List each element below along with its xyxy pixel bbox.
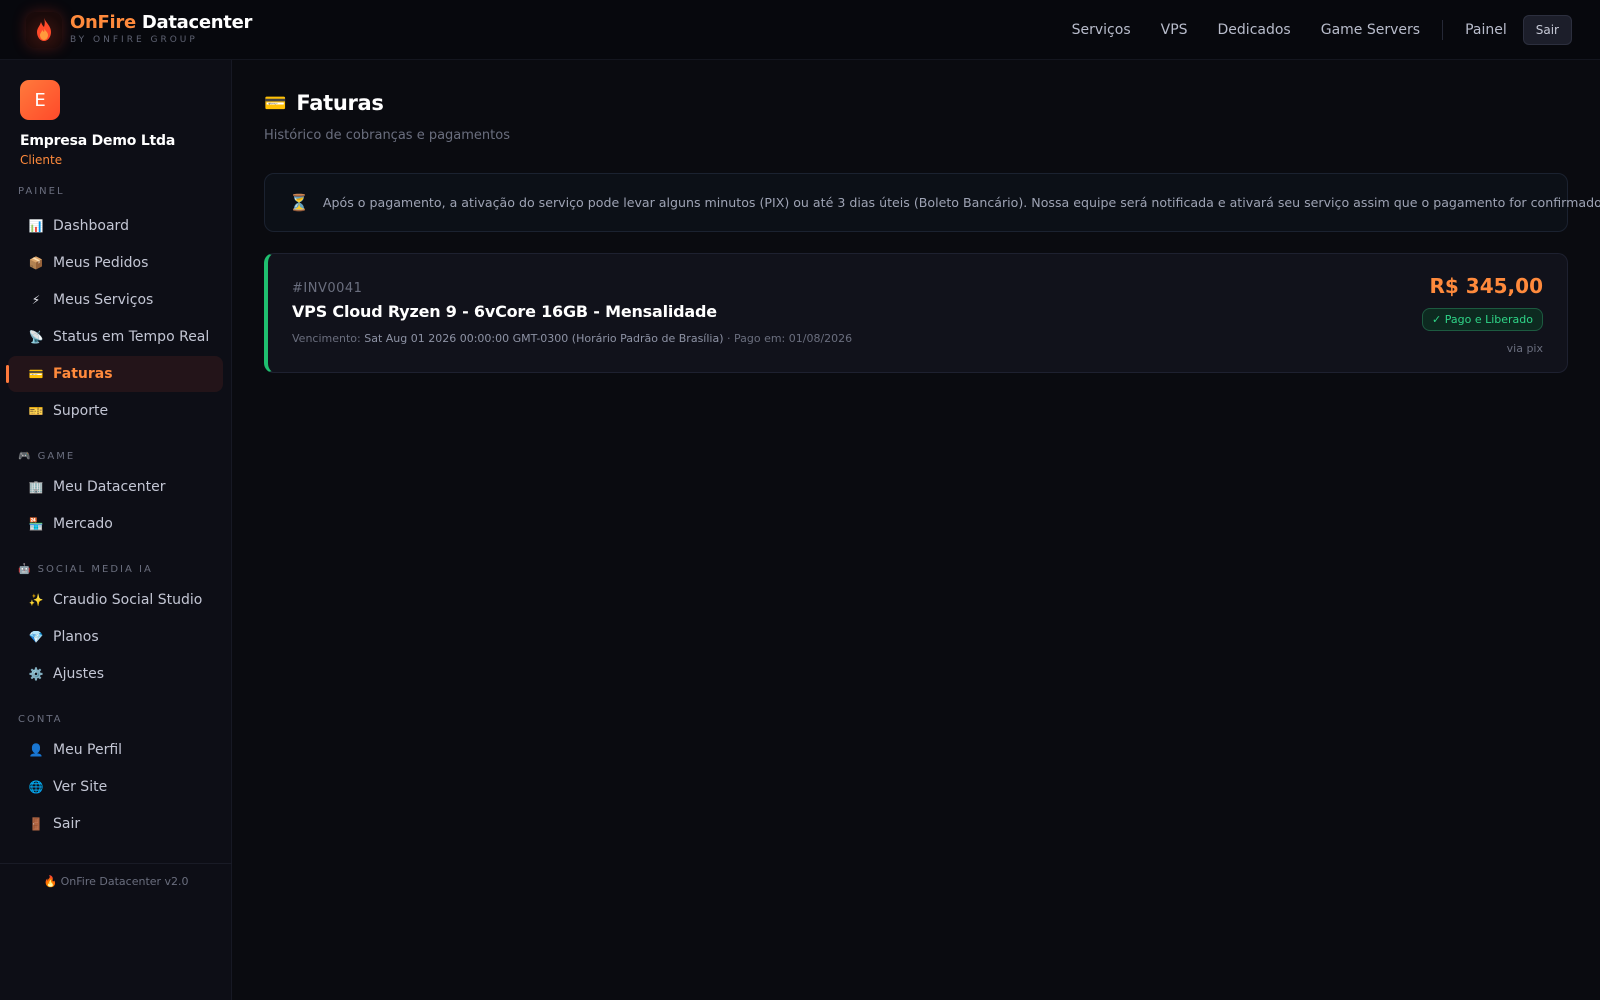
sidebar-item-mercado[interactable]: 🏪 Mercado: [8, 506, 223, 542]
top-bar: OnFire Datacenter BY ONFIRE GROUP Serviç…: [0, 0, 1600, 60]
sidebar-item-label: Sair: [53, 816, 81, 832]
sidebar-item-ajustes[interactable]: ⚙️ Ajustes: [8, 656, 223, 692]
version-label: OnFire Datacenter v2.0: [60, 875, 189, 888]
sidebar-item-ver-site[interactable]: 🌐 Ver Site: [8, 769, 223, 805]
page-header: 💳 Faturas: [264, 91, 384, 115]
robot-icon: 🤖: [18, 564, 33, 575]
invoice-meta: Vencimento: Sat Aug 01 2026 00:00:00 GMT…: [292, 332, 852, 345]
hourglass-icon: ⏳: [289, 193, 309, 212]
sidebar-item-label: Meu Perfil: [53, 742, 123, 758]
page-title: Faturas: [296, 91, 384, 115]
logout-button[interactable]: Sair: [1522, 14, 1572, 45]
section-label-text: PAINEL: [18, 186, 65, 197]
sidebar-item-faturas[interactable]: 💳 Faturas: [6, 356, 223, 392]
sidebar-item-label: Craudio Social Studio: [53, 592, 203, 608]
gear-icon: ⚙️: [28, 667, 44, 681]
brand-name: OnFire Datacenter: [70, 14, 252, 32]
sidebar-item-label: Planos: [53, 629, 99, 645]
sidebar-item-label: Meus Serviços: [53, 292, 154, 308]
page-subtitle: Histórico de cobranças e pagamentos: [264, 128, 510, 143]
brand-subtitle: BY ONFIRE GROUP: [70, 35, 198, 45]
due-date: Sat Aug 01 2026 00:00:00 GMT-0300 (Horár…: [364, 332, 724, 345]
avatar: E: [20, 80, 60, 120]
nav-divider: [1442, 19, 1444, 40]
brand-text: OnFire Datacenter BY ONFIRE GROUP: [70, 14, 252, 45]
sidebar-item-suporte[interactable]: 🎫 Suporte: [8, 393, 223, 429]
invoice-card[interactable]: #INV0041 VPS Cloud Ryzen 9 - 6vCore 16GB…: [264, 253, 1568, 373]
package-icon: 📦: [28, 256, 44, 270]
nav-link-painel[interactable]: Painel: [1465, 22, 1507, 38]
brand[interactable]: OnFire Datacenter BY ONFIRE GROUP: [26, 11, 252, 48]
sidebar-divider: [0, 863, 232, 864]
sidebar-item-craudio-social-studio[interactable]: ✨ Craudio Social Studio: [8, 582, 223, 618]
ticket-icon: 🎫: [28, 404, 44, 418]
chart-icon: 📊: [28, 219, 44, 233]
invoice-amount: R$ 345,00: [1429, 274, 1543, 298]
sidebar-item-meu-datacenter[interactable]: 🏢 Meu Datacenter: [8, 469, 223, 505]
brand-name-rest: Datacenter: [141, 12, 253, 33]
payment-notice: ⏳ Após o pagamento, a ativação do serviç…: [264, 173, 1600, 232]
nav-link-dedicados[interactable]: Dedicados: [1218, 22, 1291, 38]
sidebar-item-label: Dashboard: [53, 218, 129, 234]
top-nav: Serviços VPS Dedicados Game Servers Pain…: [1072, 0, 1600, 60]
sidebar-item-label: Faturas: [53, 366, 113, 382]
invoice-id: #INV0041: [292, 281, 363, 296]
sidebar-item-meus-servicos[interactable]: ⚡ Meus Serviços: [8, 282, 223, 318]
sidebar-item-sair[interactable]: 🚪 Sair: [8, 806, 223, 842]
sidebar-item-planos[interactable]: 💎 Planos: [8, 619, 223, 655]
sidebar-item-status[interactable]: 📡 Status em Tempo Real: [8, 319, 223, 355]
section-label-conta: CONTA: [18, 714, 63, 725]
company-name: Empresa Demo Ltda: [20, 133, 176, 149]
invoice-title: VPS Cloud Ryzen 9 - 6vCore 16GB - Mensal…: [292, 302, 717, 321]
section-label-text: SOCIAL MEDIA IA: [37, 564, 153, 575]
nav-link-game-servers[interactable]: Game Servers: [1321, 22, 1420, 38]
credit-card-icon: 💳: [28, 367, 44, 381]
sidebar: E Empresa Demo Ltda Cliente PAINEL 📊 Das…: [0, 60, 232, 1000]
sidebar-item-dashboard[interactable]: 📊 Dashboard: [8, 208, 223, 244]
status-badge: ✓ Pago e Liberado: [1422, 308, 1543, 331]
due-label: Vencimento:: [292, 332, 365, 345]
credit-card-icon: 💳: [264, 92, 287, 114]
building-icon: 🏢: [28, 480, 44, 494]
sidebar-item-label: Suporte: [53, 403, 109, 419]
globe-icon: 🌐: [28, 780, 44, 794]
satellite-icon: 📡: [28, 330, 44, 344]
section-label-text: CONTA: [18, 714, 63, 725]
brand-name-accent: OnFire: [70, 12, 136, 33]
nav-link-vps[interactable]: VPS: [1161, 22, 1188, 38]
lightning-icon: ⚡: [31, 293, 41, 307]
nav-link-servicos[interactable]: Serviços: [1072, 22, 1131, 38]
notice-text: Após o pagamento, a ativação do serviço …: [322, 195, 1600, 210]
flame-icon: [26, 11, 62, 48]
gem-icon: 💎: [28, 630, 44, 644]
gamepad-icon: 🎮: [18, 451, 33, 462]
user-icon: 👤: [28, 743, 44, 757]
user-role: Cliente: [20, 153, 63, 167]
sidebar-item-label: Ver Site: [53, 779, 108, 795]
section-label-painel: PAINEL: [18, 186, 65, 197]
section-label-text: GAME: [37, 451, 76, 462]
sidebar-item-label: Ajustes: [53, 666, 105, 682]
sidebar-item-meu-perfil[interactable]: 👤 Meu Perfil: [8, 732, 223, 768]
sidebar-item-meus-pedidos[interactable]: 📦 Meus Pedidos: [8, 245, 223, 281]
sparkles-icon: ✨: [28, 593, 44, 607]
payment-method: via pix: [1506, 342, 1543, 355]
sidebar-footer: 🔥 OnFire Datacenter v2.0: [0, 875, 232, 888]
section-label-social-media: 🤖 SOCIAL MEDIA IA: [18, 564, 153, 575]
paid-date: · Pago em: 01/08/2026: [723, 332, 853, 345]
door-icon: 🚪: [28, 817, 44, 831]
section-label-game: 🎮 GAME: [18, 451, 75, 462]
store-icon: 🏪: [28, 517, 44, 531]
sidebar-item-label: Mercado: [53, 516, 113, 532]
sidebar-item-label: Status em Tempo Real: [53, 329, 210, 345]
sidebar-item-label: Meus Pedidos: [53, 255, 149, 271]
sidebar-item-label: Meu Datacenter: [53, 479, 166, 495]
fire-icon: 🔥: [43, 875, 58, 888]
